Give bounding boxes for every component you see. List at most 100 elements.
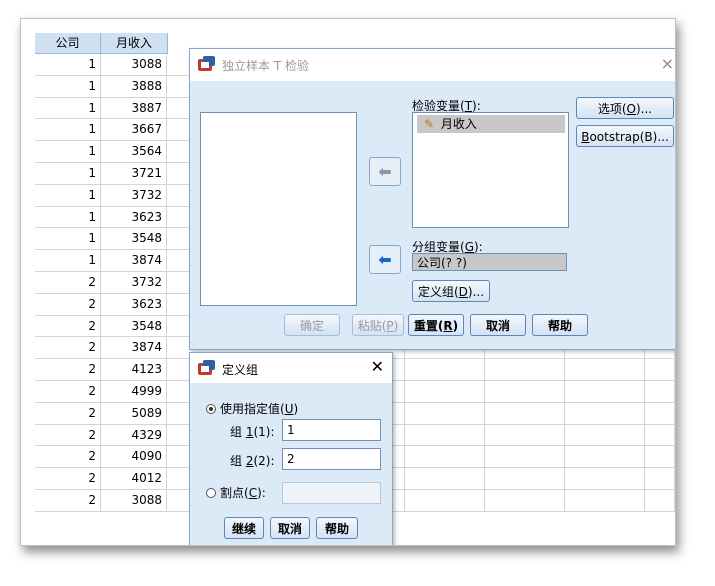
company-cell[interactable]: 2 [35,315,101,337]
move-to-test-button[interactable]: ⬅ [369,157,401,186]
company-cell[interactable]: 1 [35,206,101,228]
empty-cell[interactable] [645,468,675,489]
move-to-group-button[interactable]: ⬅ [369,245,401,274]
cancel-button[interactable]: 取消 [470,314,526,336]
empty-cell[interactable] [485,446,565,468]
use-specified-values-radio[interactable]: 使用指定值(U) [206,400,298,417]
company-cell[interactable]: 2 [35,337,101,359]
empty-cell[interactable] [485,489,565,511]
empty-cell[interactable] [405,468,485,489]
income-cell[interactable]: 3548 [101,228,167,250]
close-icon[interactable]: × [661,54,674,73]
empty-cell[interactable] [565,402,645,424]
company-cell[interactable]: 2 [35,446,101,468]
income-cell[interactable]: 3874 [101,250,167,271]
income-cell[interactable]: 3623 [101,206,167,228]
empty-cell[interactable] [485,468,565,489]
company-cell[interactable]: 1 [35,119,101,141]
group2-input[interactable]: 2 [282,448,381,470]
empty-cell[interactable] [565,489,645,511]
empty-cell[interactable] [405,402,485,424]
income-cell[interactable]: 3721 [101,162,167,184]
company-cell[interactable]: 2 [35,489,101,511]
group1-label: 组 1(1): [230,425,275,439]
close-icon[interactable]: ✕ [371,357,384,376]
income-cell[interactable]: 4090 [101,446,167,468]
income-cell[interactable]: 4999 [101,380,167,402]
group-variable-field[interactable]: 公司(? ?) [412,253,567,271]
empty-cell[interactable] [485,359,565,380]
income-cell[interactable]: 3667 [101,119,167,141]
paste-button[interactable]: 粘贴(P) [352,314,404,336]
group2-label: 组 2(2): [230,454,275,468]
define-dialog-title: 定义组 [222,363,259,377]
income-cell[interactable]: 3888 [101,75,167,97]
empty-cell[interactable] [645,446,675,468]
income-cell[interactable]: 3732 [101,184,167,206]
options-button[interactable]: 选项(O)... [576,97,674,119]
bootstrap-button[interactable]: Bootstrap(B)... [576,125,674,147]
empty-cell[interactable] [405,380,485,402]
empty-cell[interactable] [405,446,485,468]
income-cell[interactable]: 4012 [101,468,167,489]
empty-cell[interactable] [565,468,645,489]
income-cell[interactable]: 3874 [101,337,167,359]
company-cell[interactable]: 1 [35,54,101,75]
test-variable-item[interactable]: ✎ 月收入 [417,115,565,133]
company-cell[interactable]: 2 [35,424,101,446]
company-cell[interactable]: 1 [35,162,101,184]
income-cell[interactable]: 3088 [101,489,167,511]
company-cell[interactable]: 2 [35,293,101,315]
continue-button[interactable]: 继续 [224,517,264,539]
company-cell[interactable]: 2 [35,359,101,380]
empty-cell[interactable] [405,359,485,380]
help-button[interactable]: 帮助 [532,314,588,336]
empty-cell[interactable] [645,359,675,380]
group1-input[interactable]: 1 [282,419,381,441]
company-cell[interactable]: 1 [35,97,101,119]
income-cell[interactable]: 3564 [101,141,167,162]
empty-cell[interactable] [405,424,485,446]
column-header-income[interactable]: 月收入 [101,33,168,54]
empty-cell[interactable] [565,359,645,380]
income-cell[interactable]: 3088 [101,54,167,75]
empty-cell[interactable] [645,489,675,511]
income-cell[interactable]: 3548 [101,315,167,337]
company-cell[interactable]: 1 [35,141,101,162]
empty-cell[interactable] [565,424,645,446]
company-cell[interactable]: 1 [35,228,101,250]
cutpoint-radio[interactable]: 割点(C): [206,484,266,501]
empty-cell[interactable] [485,402,565,424]
empty-cell[interactable] [565,380,645,402]
empty-cell[interactable] [565,446,645,468]
column-header-company[interactable]: 公司 [35,33,101,54]
source-variable-list[interactable] [200,112,357,306]
define-groups-button[interactable]: 定义组(D)... [412,280,490,302]
cutpoint-input[interactable] [282,482,381,504]
income-cell[interactable]: 4123 [101,359,167,380]
income-cell[interactable]: 3623 [101,293,167,315]
income-cell[interactable]: 4329 [101,424,167,446]
company-cell[interactable]: 1 [35,75,101,97]
company-cell[interactable]: 2 [35,271,101,293]
reset-button[interactable]: 重置(R) [408,314,464,336]
company-cell[interactable]: 2 [35,380,101,402]
ok-button[interactable]: 确定 [284,314,340,336]
test-variable-list[interactable]: ✎ 月收入 [412,112,569,228]
company-cell[interactable]: 1 [35,184,101,206]
cancel-button[interactable]: 取消 [270,517,310,539]
income-cell[interactable]: 5089 [101,402,167,424]
company-cell[interactable]: 1 [35,250,101,271]
pencil-icon: ✎ [423,117,435,131]
company-cell[interactable]: 2 [35,468,101,489]
empty-cell[interactable] [645,380,675,402]
empty-cell[interactable] [485,424,565,446]
income-cell[interactable]: 3887 [101,97,167,119]
empty-cell[interactable] [645,424,675,446]
empty-cell[interactable] [405,489,485,511]
income-cell[interactable]: 3732 [101,271,167,293]
company-cell[interactable]: 2 [35,402,101,424]
empty-cell[interactable] [645,402,675,424]
empty-cell[interactable] [485,380,565,402]
help-button[interactable]: 帮助 [316,517,358,539]
